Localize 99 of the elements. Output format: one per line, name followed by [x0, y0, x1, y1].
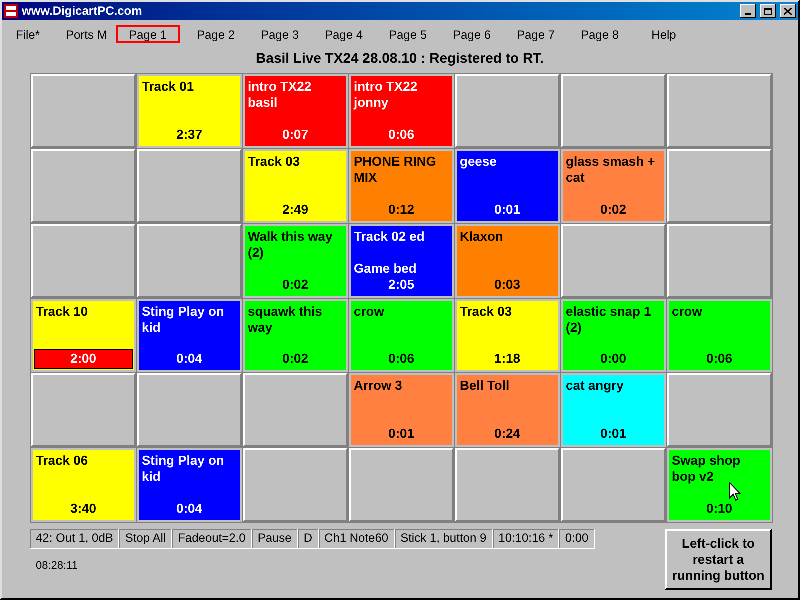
cart-duration: 2:05 [388, 276, 415, 293]
cart-title: Track 06 [36, 453, 88, 470]
cart-title: Sting Play on kid [142, 304, 226, 336]
cart-duration: 0:01 [494, 202, 521, 218]
cart-title: squawk this way [248, 304, 324, 336]
status-bar-field: Ch1 Note60 [318, 529, 395, 549]
cart-title: Track 02 ed [354, 228, 425, 245]
cart-button[interactable]: crow 0:06 [349, 298, 454, 372]
cart-button[interactable]: Track 02 ed Game bed 2:05 [349, 224, 454, 298]
cart-title: intro TX22 basil [248, 79, 313, 111]
minimize-button[interactable] [740, 4, 756, 18]
cart-button[interactable]: crow 0:06 [667, 298, 772, 372]
cart-duration: 0:06 [706, 351, 733, 368]
maximize-icon [764, 8, 772, 14]
cart-title: intro TX22 jonny [354, 79, 419, 111]
clock-text: 08:28:11 [36, 559, 78, 574]
cart-duration: 0:10 [706, 501, 733, 517]
cart-title: Swap shop bop v2 [672, 453, 742, 486]
app-logo-icon [4, 4, 18, 18]
cart-duration: 0:04 [176, 501, 203, 517]
cart-title: Walk this way (2) [248, 228, 334, 261]
cart-button[interactable]: squawk this way 0:02 [243, 298, 348, 372]
close-icon [784, 8, 792, 14]
cart-subtitle: Game bed [354, 260, 417, 277]
cart-button[interactable]: Arrow 3 0:01 [349, 373, 454, 448]
cart-title: Track 03 [248, 154, 300, 170]
status-bar-field: 10:10:16 * [492, 529, 560, 549]
cart-duration: 0:00 [600, 351, 627, 368]
status-bar-field: Stick 1, button 9 [394, 529, 493, 549]
cart-duration: 0:03 [494, 276, 521, 292]
menu-item[interactable]: Page 1 [116, 25, 180, 43]
cart-duration: 2:37 [176, 126, 203, 143]
cart-button[interactable]: intro TX22 basil 0:07 [243, 74, 348, 148]
cart-title: Arrow 3 [354, 378, 402, 394]
cart-duration: 0:24 [494, 426, 521, 442]
menu-item[interactable]: Ports M [58, 25, 108, 43]
menu-item[interactable]: Page 4 [312, 25, 376, 43]
status-bar-field: Pause [252, 529, 298, 549]
cart-duration: 0:06 [388, 351, 415, 368]
playing-time-bar: 2:00 [34, 349, 133, 370]
cart-duration: 0:04 [176, 351, 203, 368]
cart-button[interactable]: intro TX22 jonny 0:06 [349, 74, 454, 148]
cart-duration: 0:02 [600, 202, 627, 218]
mouse-pointer-icon [729, 482, 741, 502]
cart-button[interactable]: glass smash + cat 0:02 [561, 148, 666, 223]
cart-button[interactable]: Bell Toll 0:24 [455, 373, 560, 448]
menu-item[interactable]: Page 2 [184, 25, 248, 43]
cart-button[interactable]: Track 03 2:49 [243, 148, 348, 223]
cart-duration: 0:06 [388, 126, 415, 143]
menu-item[interactable]: Page 8 [568, 25, 632, 43]
cart-title: Bell Toll [460, 378, 510, 394]
status-bar-field: Stop All [119, 529, 172, 549]
cart-duration: 0:02 [282, 351, 309, 368]
status-bar-field: 42: Out 1, 0dB [30, 529, 120, 549]
cart-button[interactable]: Track 10 2:00 [31, 298, 136, 372]
cart-button[interactable]: PHONE RING MIX 0:12 [349, 148, 454, 223]
menu-item[interactable]: Page 3 [248, 25, 312, 43]
cart-duration: 2:49 [282, 202, 309, 218]
status-bar-field: D [298, 529, 319, 549]
cart-title: Track 03 [460, 304, 512, 320]
cart-title: glass smash + cat [566, 154, 656, 186]
cart-duration: 3:40 [70, 501, 97, 517]
menu-item[interactable]: Help [632, 25, 696, 43]
close-button[interactable] [780, 4, 796, 18]
cart-title: cat angry [566, 378, 624, 394]
cart-title: geese [460, 154, 497, 170]
menu-item[interactable]: Page 5 [376, 25, 440, 43]
header-text: Basil Live TX24 28.08.10 : Registered to RT. [256, 49, 544, 68]
cart-title: Track 01 [142, 79, 194, 95]
status-bar-field: 0:00 [559, 529, 595, 549]
maximize-button[interactable] [760, 4, 776, 18]
cart-duration: 1:18 [494, 351, 521, 368]
cart-button[interactable]: Sting Play on kid 0:04 [137, 448, 242, 522]
menu-item[interactable]: File* [8, 25, 58, 43]
cart-duration: 0:07 [282, 126, 309, 143]
cart-button[interactable]: Track 01 2:37 [137, 74, 242, 148]
cart-title: crow [672, 304, 702, 320]
cart-duration: 0:12 [388, 202, 415, 218]
cart-duration: 0:01 [388, 426, 415, 442]
cart-button[interactable]: Swap shop bop v2 0:10 [667, 448, 772, 522]
cart-title: elastic snap 1 (2) [566, 304, 652, 336]
cart-button[interactable]: Track 06 3:40 [31, 448, 136, 522]
menu-item[interactable]: Page 6 [440, 25, 504, 43]
cart-button[interactable]: cat angry 0:01 [561, 373, 666, 448]
cart-button[interactable]: Sting Play on kid 0:04 [137, 298, 242, 372]
cart-duration: 0:02 [282, 276, 309, 292]
window-title: www.DigicartPC.com [22, 3, 142, 20]
status-bar-field: Fadeout=2.0 [172, 529, 252, 549]
cart-duration: 0:01 [600, 426, 627, 442]
cart-button[interactable]: Klaxon 0:03 [455, 224, 560, 298]
cart-title: Sting Play on kid [142, 453, 226, 486]
cart-button[interactable]: geese 0:01 [455, 148, 560, 223]
restart-button[interactable]: Left-click to restart a running button [665, 529, 772, 590]
cart-title: PHONE RING MIX [354, 154, 438, 186]
cart-title: Klaxon [460, 228, 504, 245]
cart-title: Track 10 [36, 304, 88, 320]
menu-item[interactable]: Page 7 [504, 25, 568, 43]
cart-title: crow [354, 304, 384, 320]
cart-button[interactable]: Track 03 1:18 [455, 298, 560, 372]
